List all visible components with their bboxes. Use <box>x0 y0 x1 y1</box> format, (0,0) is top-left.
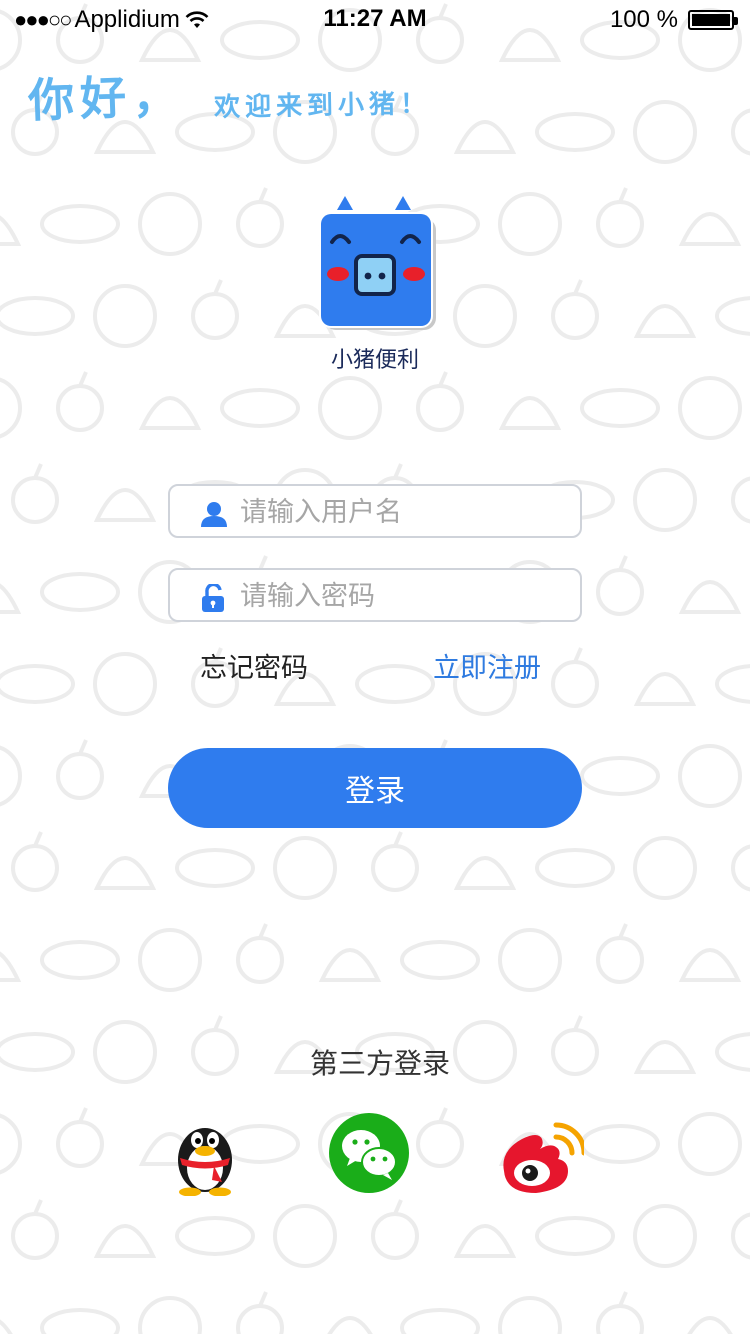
unlock-icon <box>202 584 224 612</box>
battery-icon <box>688 10 738 30</box>
app-name: 小猪便利 <box>330 348 419 373</box>
password-input[interactable] <box>240 576 570 616</box>
greeting-header: 你好， 欢迎来到小猪！ <box>27 62 432 128</box>
third-party-login-title: 第三方登录 <box>309 1047 450 1080</box>
login-button[interactable]: 登录 <box>168 748 582 828</box>
user-icon <box>201 502 227 527</box>
battery-percent: 100 % <box>609 6 678 33</box>
battery-group: 100 % <box>609 6 738 34</box>
greeting-hello: 你好， <box>27 68 185 128</box>
password-field[interactable] <box>168 568 582 622</box>
greeting-welcome: 欢迎来到小猪！ <box>213 89 432 123</box>
pig-logo-icon <box>319 196 436 330</box>
wechat-icon[interactable] <box>326 1110 412 1196</box>
register-link[interactable]: 立即注册 <box>433 646 541 685</box>
status-bar: ●●●○○ Applidium 11:27 AM 100 % <box>0 0 750 40</box>
weibo-icon[interactable] <box>498 1118 584 1204</box>
username-input[interactable] <box>240 492 570 532</box>
qq-penguin-icon[interactable] <box>162 1110 248 1196</box>
forgot-password-link[interactable]: 忘记密码 <box>200 646 308 685</box>
username-field[interactable] <box>168 484 582 538</box>
